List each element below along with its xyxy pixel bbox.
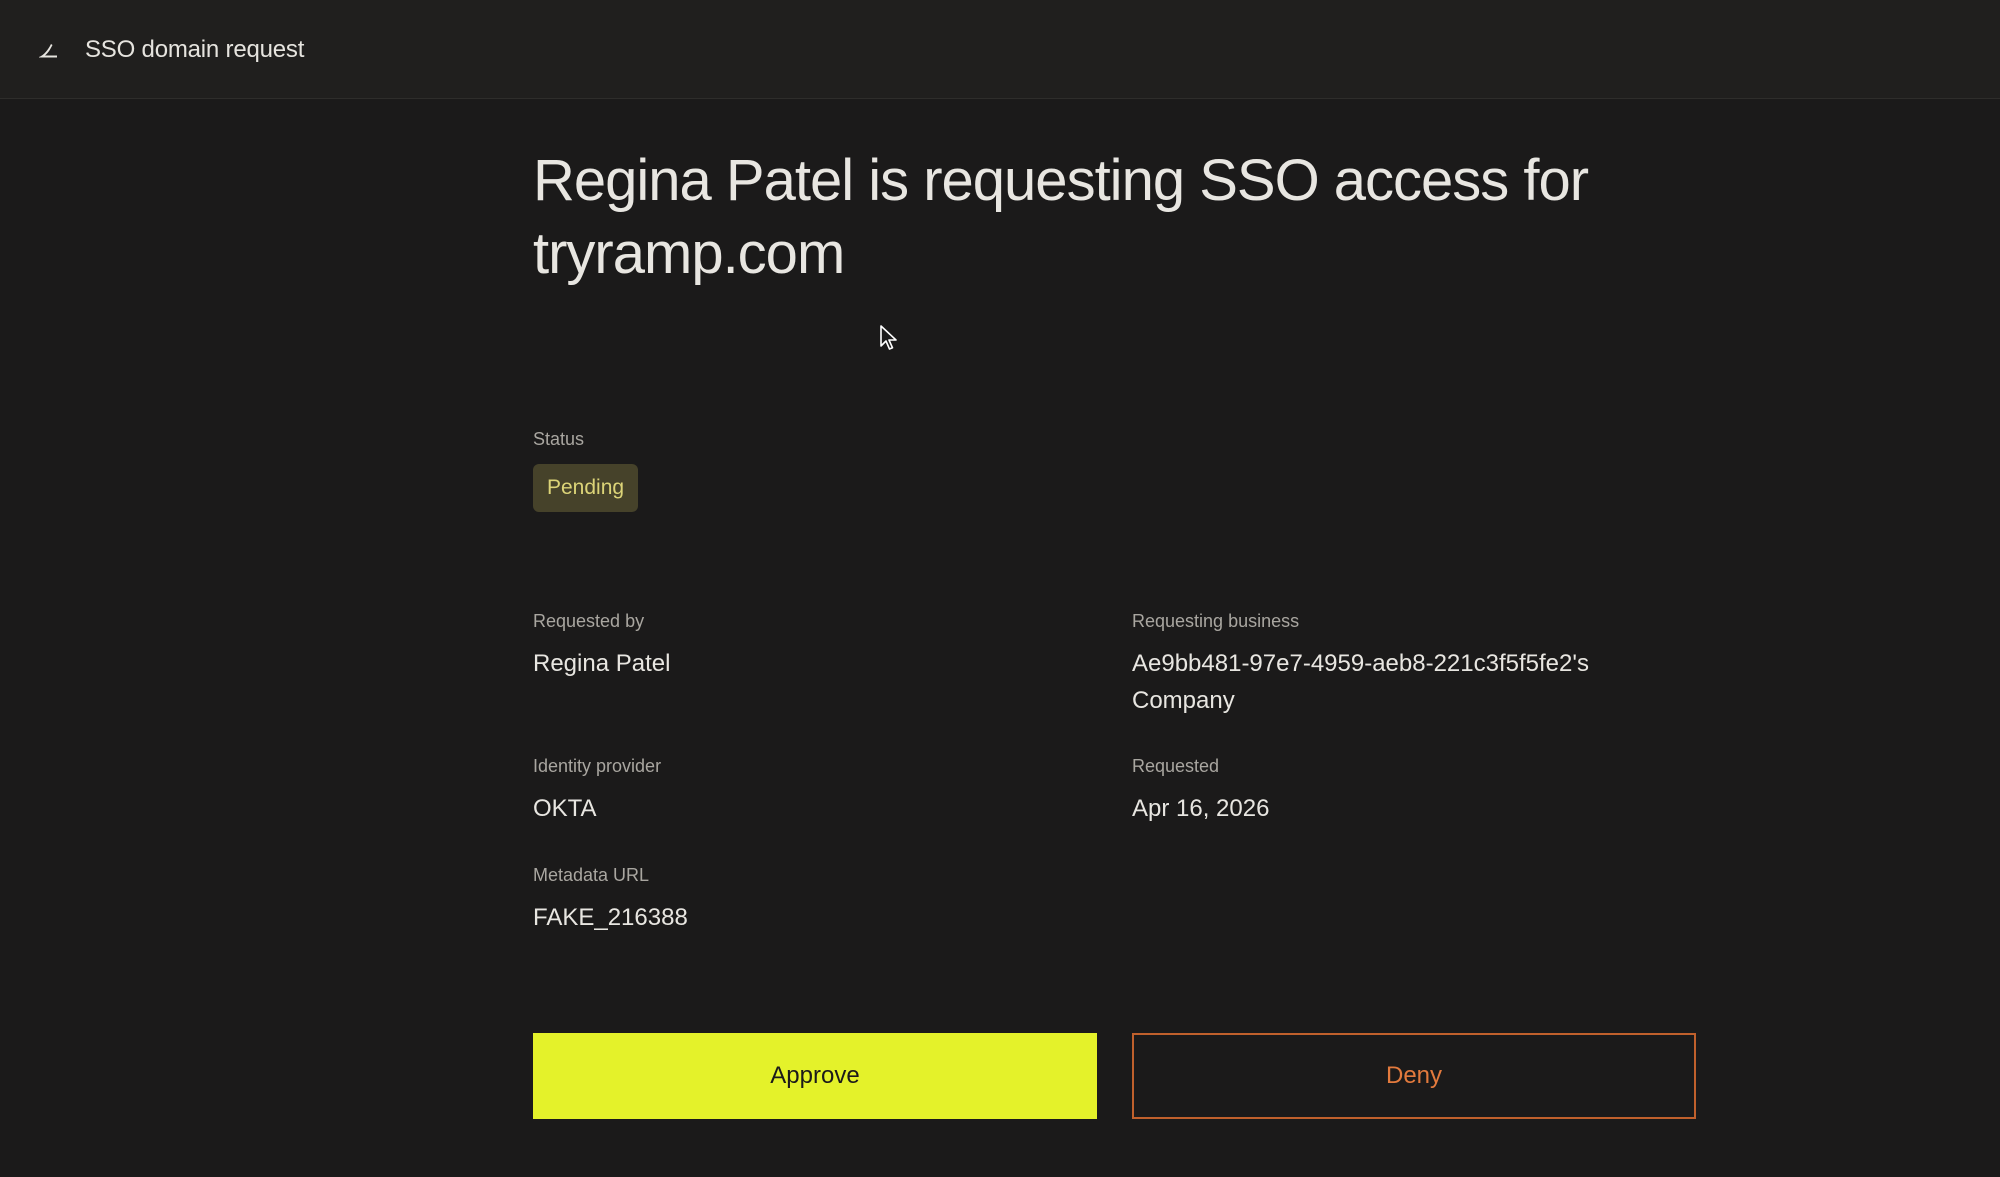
status-label: Status bbox=[533, 429, 585, 449]
top-bar: SSO domain request bbox=[0, 0, 2000, 99]
requesting-business-label: Requesting business bbox=[1132, 611, 1300, 631]
identity-provider-label: Identity provider bbox=[533, 756, 662, 776]
requested-by-label: Requested by bbox=[533, 611, 645, 631]
identity-provider-value: OKTA bbox=[533, 795, 597, 822]
mouse-cursor-icon bbox=[880, 325, 897, 350]
requesting-business-value: Ae9bb481-97e7-4959-aeb8-221c3f5f5fe2's C… bbox=[1132, 650, 1589, 714]
metadata-url-value: FAKE_216388 bbox=[533, 904, 688, 931]
requested-by-value: Regina Patel bbox=[533, 650, 671, 677]
request-headline: Regina Patel is requesting SSO access fo… bbox=[533, 148, 1589, 286]
status-badge: Pending bbox=[533, 464, 639, 512]
requested-date-value: Apr 16, 2026 bbox=[1132, 795, 1270, 822]
page-title: SSO domain request bbox=[85, 36, 305, 63]
deny-button[interactable]: Deny bbox=[1132, 1033, 1696, 1119]
approve-button[interactable]: Approve bbox=[533, 1033, 1097, 1119]
ramp-logo-icon[interactable] bbox=[34, 36, 62, 64]
requested-date-label: Requested bbox=[1132, 756, 1220, 776]
metadata-url-label: Metadata URL bbox=[533, 865, 650, 885]
